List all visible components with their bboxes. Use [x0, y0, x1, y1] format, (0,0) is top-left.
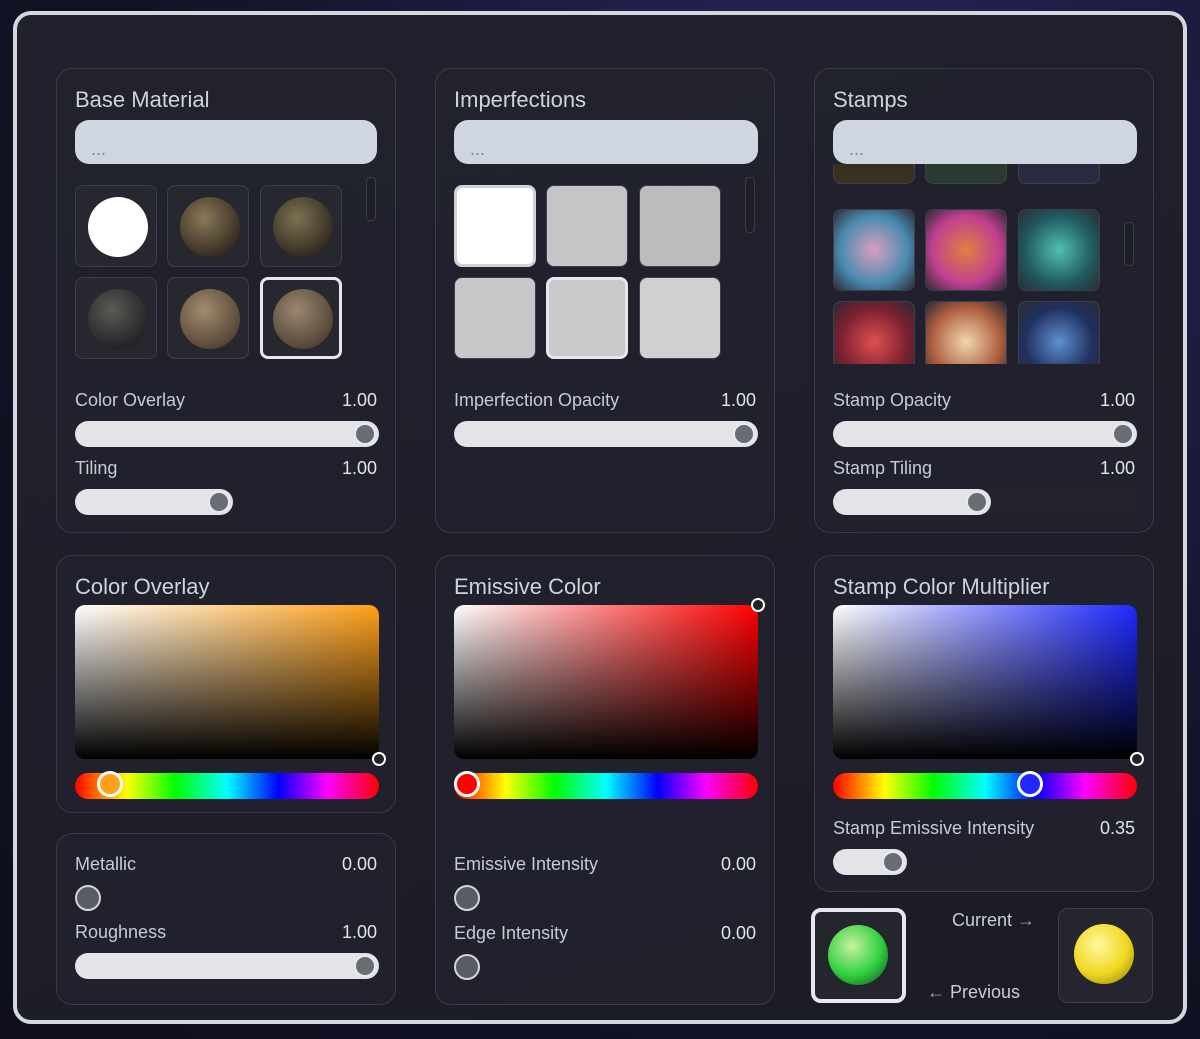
arrow-right-icon: → — [1017, 910, 1036, 930]
roughness-value: 1.00 — [341, 922, 377, 942]
current-preview-sphere — [1074, 924, 1134, 984]
panel-title: Base Material — [75, 87, 210, 112]
stamp-swatch-graffiti-red[interactable] — [833, 301, 915, 364]
previous-label: ← Previous — [927, 982, 1021, 1002]
panel-title: Emissive Color — [454, 574, 601, 599]
material-swatch-black-stone[interactable] — [75, 277, 157, 359]
panel-title: Color Overlay — [75, 574, 210, 599]
hue-thumb[interactable] — [97, 771, 123, 797]
color-overlay-label: Color Overlay — [75, 390, 186, 410]
emissive-panel: Emissive Color Emissive Intensity 0.00 E… — [435, 555, 775, 1005]
emissive-intensity-label: Emissive Intensity — [454, 854, 599, 874]
stamp-list — [833, 164, 1123, 364]
imperfections-panel: Imperfections Imperfection Opacity 1.00 — [435, 68, 775, 533]
emissive-intensity-slider[interactable] — [454, 885, 480, 911]
stamp-opacity-slider[interactable] — [833, 421, 1137, 447]
material-editor-window: Base Material Color Overlay 1.00 Tiling … — [13, 11, 1187, 1024]
imperfection-swatch-speckle[interactable] — [639, 185, 721, 267]
material-swatch-white[interactable] — [75, 185, 157, 267]
stamp-emissive-intensity-label: Stamp Emissive Intensity — [833, 818, 1035, 838]
material-swatch-dark-granite[interactable] — [167, 185, 249, 267]
previous-preview-sphere — [828, 925, 888, 985]
imperfection-opacity-value: 1.00 — [720, 390, 756, 410]
stamp-swatch-graffiti-beige[interactable] — [925, 301, 1007, 364]
stamp-emissive-intensity-value: 0.35 — [1099, 818, 1135, 838]
stamp-swatch-graffiti-orange[interactable] — [925, 209, 1007, 291]
stamps-panel: Stamps Stamp Opacity 1.00 Stamp Tiling 1… — [814, 68, 1154, 533]
slider-thumb[interactable] — [966, 491, 988, 513]
stamp-tiling-label: Stamp Tiling — [833, 458, 933, 478]
color-pointer[interactable] — [372, 752, 386, 766]
arrow-left-icon: ← — [927, 982, 951, 1002]
metallic-slider[interactable] — [75, 885, 101, 911]
hue-thumb[interactable] — [1017, 771, 1043, 797]
stamps-search-input[interactable] — [833, 120, 1137, 164]
imperfection-opacity-slider[interactable] — [454, 421, 758, 447]
stamp-opacity-label: Stamp Opacity — [833, 390, 952, 410]
color-overlay-picker-panel: Color Overlay — [56, 555, 396, 813]
current-label: Current → — [952, 910, 1036, 930]
edge-intensity-value: 0.00 — [720, 923, 756, 943]
slider-thumb[interactable] — [354, 423, 376, 445]
stamp-tiling-value: 1.00 — [1099, 458, 1135, 478]
stamp-tiling-slider[interactable] — [833, 489, 1137, 515]
imperfection-swatch-grain[interactable] — [454, 277, 536, 359]
base-material-search-input[interactable] — [75, 120, 377, 164]
material-swatch-dark-granite-2[interactable] — [260, 185, 342, 267]
edge-intensity-slider[interactable] — [454, 954, 480, 980]
previous-preview[interactable] — [811, 908, 906, 1003]
stamp-swatch[interactable] — [1018, 164, 1100, 184]
saturation-value-area[interactable] — [454, 605, 758, 759]
stamp-swatch[interactable] — [833, 164, 915, 184]
saturation-value-area[interactable] — [833, 605, 1137, 759]
surface-panel: Metallic 0.00 Roughness 1.00 — [56, 833, 396, 1005]
hue-slider[interactable] — [454, 771, 758, 799]
slider-thumb[interactable] — [882, 851, 904, 873]
panel-title: Imperfections — [454, 87, 587, 112]
metallic-label: Metallic — [75, 854, 137, 874]
imperfection-swatch-smudge[interactable] — [546, 277, 628, 359]
slider-thumb[interactable] — [354, 955, 376, 977]
stamp-opacity-value: 1.00 — [1099, 390, 1135, 410]
imperfections-search-input[interactable] — [454, 120, 758, 164]
material-swatch-brown-stone-2[interactable] — [260, 277, 342, 359]
stamp-swatch-graffiti-teal[interactable] — [1018, 209, 1100, 291]
material-swatch-brown-stone[interactable] — [167, 277, 249, 359]
saturation-value-area[interactable] — [75, 605, 379, 759]
hue-slider[interactable] — [75, 771, 379, 799]
tiling-label: Tiling — [75, 458, 118, 478]
color-pointer[interactable] — [1130, 752, 1144, 766]
color-pointer[interactable] — [751, 598, 765, 612]
stamp-scrollbar[interactable] — [1124, 222, 1134, 266]
stamp-swatch-graffiti-pink[interactable] — [833, 209, 915, 291]
edge-intensity-label: Edge Intensity — [454, 923, 569, 943]
roughness-slider[interactable] — [75, 953, 379, 979]
roughness-label: Roughness — [75, 922, 167, 942]
imperfection-swatch-blotch[interactable] — [639, 277, 721, 359]
current-preview[interactable] — [1058, 908, 1153, 1003]
base-material-panel: Base Material Color Overlay 1.00 Tiling … — [56, 68, 396, 533]
emissive-intensity-value: 0.00 — [720, 854, 756, 874]
color-overlay-slider[interactable] — [75, 421, 379, 447]
hue-slider[interactable] — [833, 771, 1137, 799]
stamp-color-panel: Stamp Color Multiplier Stamp Emissive In… — [814, 555, 1154, 892]
slider-thumb[interactable] — [1112, 423, 1134, 445]
color-overlay-value: 1.00 — [341, 390, 377, 410]
swatch-scrollbar[interactable] — [366, 177, 376, 221]
metallic-value: 0.00 — [341, 854, 377, 874]
swatch-scrollbar[interactable] — [745, 177, 755, 233]
imperfection-swatch-noise[interactable] — [546, 185, 628, 267]
hue-thumb[interactable] — [454, 771, 480, 797]
imperfection-opacity-label: Imperfection Opacity — [454, 390, 620, 410]
slider-thumb[interactable] — [733, 423, 755, 445]
slider-thumb[interactable] — [208, 491, 230, 513]
stamp-swatch-graffiti-blue[interactable] — [1018, 301, 1100, 364]
tiling-value: 1.00 — [341, 458, 377, 478]
panel-title: Stamps — [833, 87, 908, 112]
stamp-emissive-intensity-slider[interactable] — [833, 849, 907, 875]
stamp-swatch[interactable] — [925, 164, 1007, 184]
panel-title: Stamp Color Multiplier — [833, 574, 1050, 599]
imperfection-swatch-plain[interactable] — [454, 185, 536, 267]
tiling-slider[interactable] — [75, 489, 233, 515]
